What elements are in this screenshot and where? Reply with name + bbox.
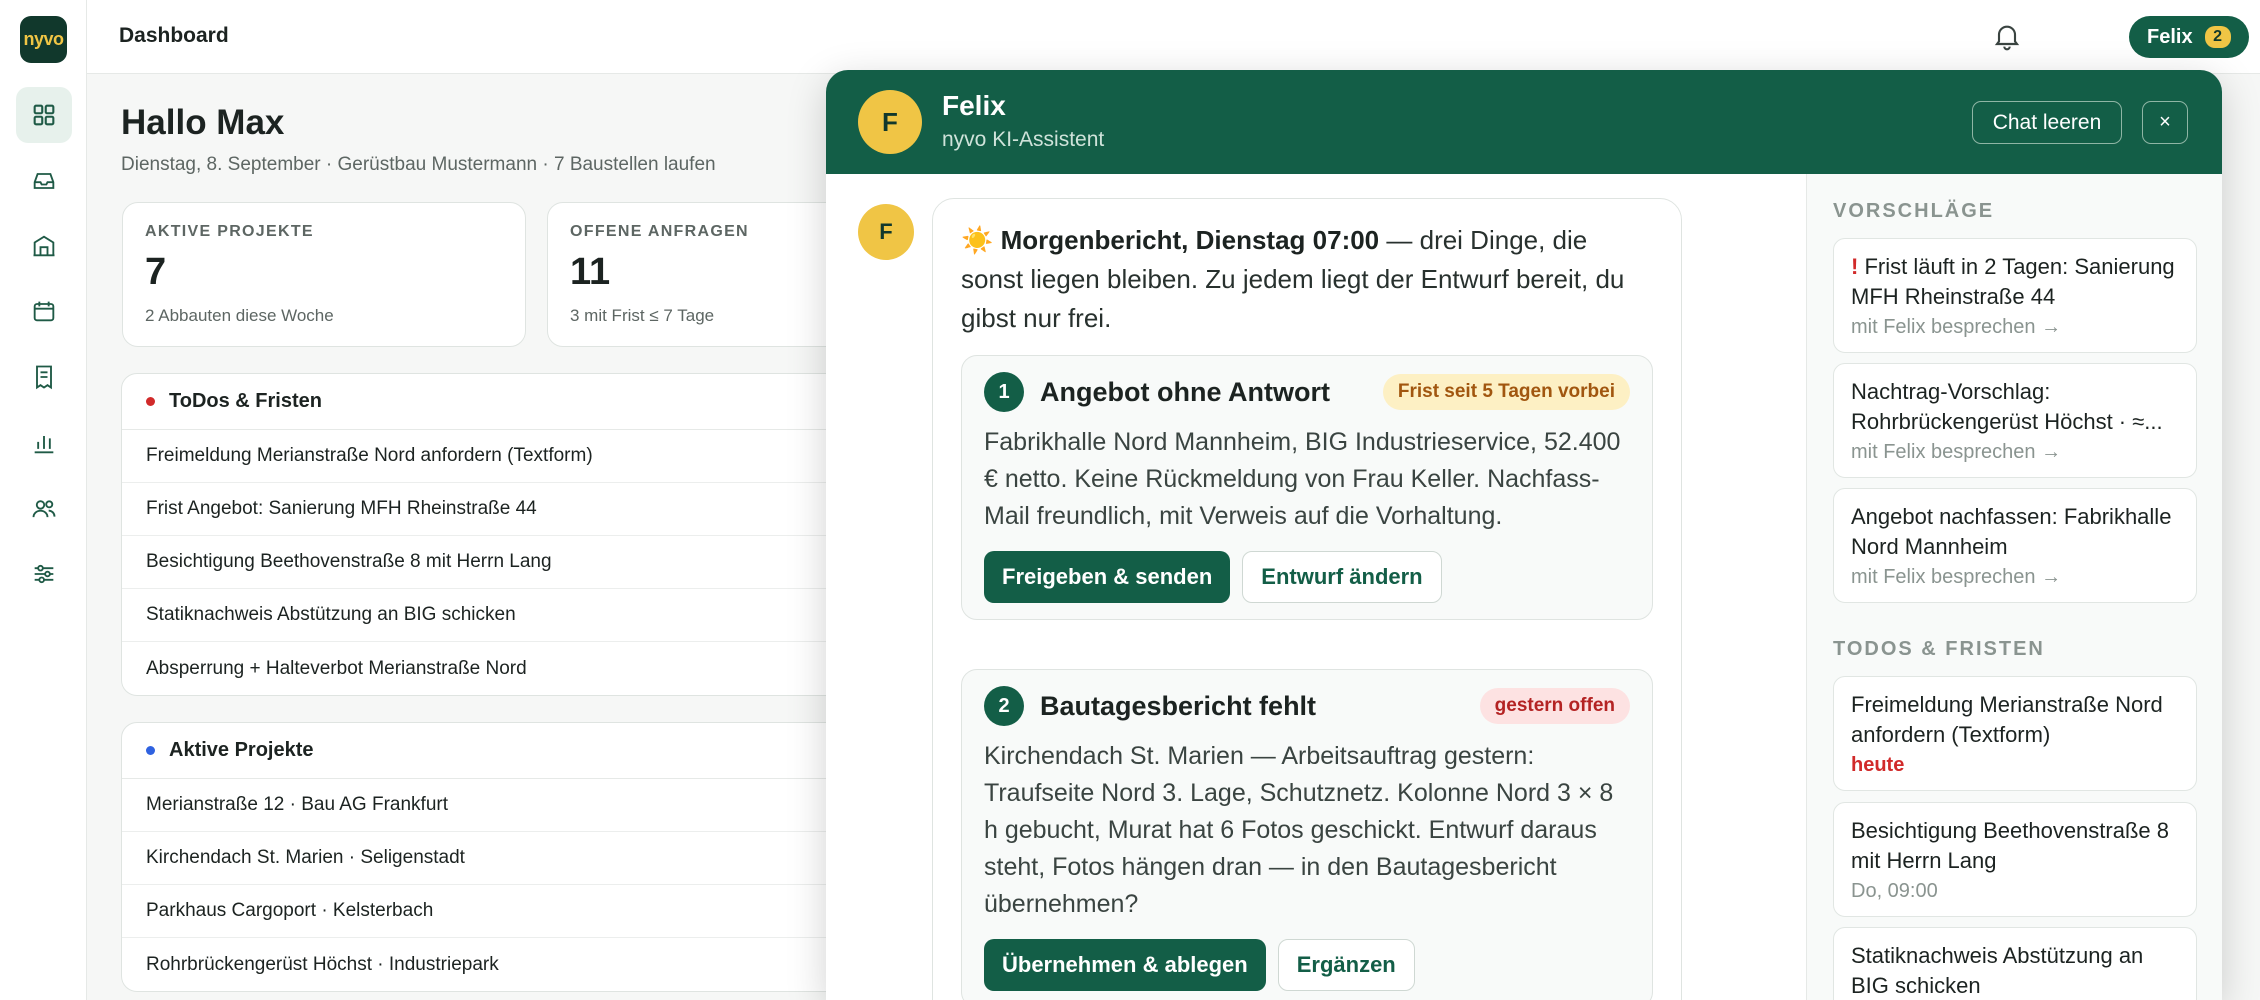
stat-label: AKTIVE PROJEKTE [145,223,314,240]
task-card-1: 1 Angebot ohne Antwort Frist seit 5 Tage… [961,355,1653,620]
suggestion-text: Angebot nachfassen: Fabrikhalle Nord Man… [1851,504,2172,559]
red-dot-icon [146,397,155,406]
task-number: 2 [984,686,1024,726]
suggestion-card[interactable]: ! Frist läuft in 2 Tagen: Sanierung MFH … [1833,238,2197,353]
list-item[interactable]: Besichtigung Beethovenstraße 8 mit Herrn… [122,536,860,589]
calendar-icon [33,301,55,322]
nav-documents[interactable] [16,349,72,405]
greeting: Hallo Max [121,103,285,142]
suggestion-text: Frist läuft in 2 Tagen: Sanierung MFH Rh… [1851,254,2175,309]
message-headline: Morgenbericht, Dienstag 07:00 [1000,225,1380,255]
todo-title: Freimeldung Merianstraße Nord anfordern … [1851,692,2163,747]
list-item[interactable]: Merianstraße 12 · Bau AG Frankfurt [122,779,860,832]
todos-card-title: ToDos & Fristen [169,390,322,412]
task-body: Fabrikhalle Nord Mannheim, BIG Industrie… [984,428,1621,530]
nav-dashboard[interactable] [16,87,72,143]
stat-value: 7 [145,251,167,293]
list-item[interactable]: Absperrung + Halteverbot Merianstraße No… [122,642,860,695]
topbar: Dashboard Felix 2 MM [87,0,2260,74]
task-body: Kirchendach St. Marien — Arbeitsauftrag … [984,742,1614,918]
todo-card[interactable]: Besichtigung Beethovenstraße 8 mit Herrn… [1833,802,2197,917]
felix-count-badge: 2 [2204,26,2231,48]
list-item[interactable]: Parkhaus Cargoport · Kelsterbach [122,885,860,938]
todos-card: ToDos & Fristen Freimeldung Merianstraße… [121,373,861,696]
todo-card[interactable]: Statiknachweis Abstützung an BIG schicke… [1833,927,2197,1000]
nav-team[interactable] [16,481,72,537]
suggestion-card[interactable]: Nachtrag-Vorschlag: Rohrbrückengerüst Hö… [1833,363,2197,478]
page-title: Dashboard [119,24,229,47]
users-icon [32,500,56,518]
assistant-name: Felix [942,90,1006,121]
todo-title: Statiknachweis Abstützung an BIG schicke… [1851,943,2144,998]
task-title: Bautagesbericht fehlt [1040,690,1317,721]
sidebar: nyvo [0,0,87,1000]
suggestion-card[interactable]: Angebot nachfassen: Fabrikhalle Nord Man… [1833,488,2197,603]
felix-assistant-button[interactable]: Felix 2 [2129,16,2249,58]
stat-card-projects[interactable]: AKTIVE PROJEKTE 7 2 Abbauten diese Woche [122,202,526,347]
assistant-avatar: F [858,90,922,154]
chart-icon [34,436,54,454]
message-intro: ☀️ Morgenbericht, Dienstag 07:00 — drei … [961,221,1653,338]
suggestion-title: Nachtrag-Vorschlag: Rohrbrückengerüst Hö… [1851,377,2179,437]
stat-note: 2 Abbauten diese Woche [145,306,334,325]
building-icon [33,235,55,257]
nav-settings[interactable] [16,546,72,602]
todos-card-header: ToDos & Fristen [122,374,860,430]
chat-header: F Felix nyvo KI-Assistent Chat leeren × [826,70,2222,174]
inbox-icon [33,173,55,189]
nav-calendar[interactable] [16,283,72,339]
list-item[interactable]: Freimeldung Merianstraße Nord anfordern … [122,430,860,483]
list-item[interactable]: Rohrbrückengerüst Höchst · Industriepark [122,938,860,991]
sliders-icon [34,564,54,584]
task-title: Angebot ohne Antwort [1040,376,1330,407]
suggestions-sidebar: VORSCHLÄGE ! Frist läuft in 2 Tagen: San… [1806,174,2222,1000]
nav-reports[interactable] [16,415,72,471]
felix-chat-panel: F Felix nyvo KI-Assistent Chat leeren × … [826,70,2222,1000]
clear-chat-button[interactable]: Chat leeren [1972,101,2122,144]
task-number: 1 [984,372,1024,412]
nav-buildings[interactable] [16,218,72,274]
suggestions-heading: VORSCHLÄGE [1833,200,1995,222]
projects-card-title: Aktive Projekte [169,739,314,761]
greeting-subline: Dienstag, 8. September · Gerüstbau Muste… [121,154,716,175]
list-item[interactable]: Frist Angebot: Sanierung MFH Rheinstraße… [122,483,860,536]
apply-file-button[interactable]: Übernehmen & ablegen [984,939,1266,991]
bell-icon[interactable] [1991,20,2023,52]
approve-send-button[interactable]: Freigeben & senden [984,551,1231,603]
message-avatar: F [858,204,914,260]
todos-heading: TODOS & FRISTEN [1833,638,2045,660]
todo-title: Besichtigung Beethovenstraße 8 mit Herrn… [1851,818,2169,873]
assistant-message: ☀️ Morgenbericht, Dienstag 07:00 — drei … [932,198,1682,1000]
suggestion-link[interactable]: mit Felix besprechen → [1851,566,2179,589]
status-badge: gestern offen [1479,688,1630,724]
suggestion-link[interactable]: mit Felix besprechen → [1851,316,2179,339]
list-item[interactable]: Kirchendach St. Marien · Seligenstadt [122,832,860,885]
app-logo[interactable]: nyvo [20,16,67,63]
close-chat-button[interactable]: × [2142,101,2188,144]
nav-inbox[interactable] [16,153,72,209]
todo-due: heute [1851,754,1905,776]
suggestion-title: Angebot nachfassen: Fabrikhalle Nord Man… [1851,502,2179,562]
projects-card: Aktive Projekte Merianstraße 12 · Bau AG… [121,722,861,992]
supplement-button[interactable]: Ergänzen [1277,939,1415,991]
todo-due: Do, 09:00 [1851,880,1938,902]
suggestion-link[interactable]: mit Felix besprechen → [1851,441,2179,464]
grid-icon [33,104,55,126]
document-icon [36,365,52,390]
task-card-2: 2 Bautagesbericht fehlt gestern offen Ki… [961,669,1653,1000]
edit-draft-button[interactable]: Entwurf ändern [1242,551,1442,603]
sun-emoji-icon: ☀️ [961,225,994,255]
assistant-role: nyvo KI-Assistent [942,128,1105,151]
list-item[interactable]: Statiknachweis Abstützung an BIG schicke… [122,589,860,642]
status-badge: Frist seit 5 Tagen vorbei [1382,374,1630,410]
projects-card-header: Aktive Projekte [122,723,860,779]
suggestion-title: ! Frist läuft in 2 Tagen: Sanierung MFH … [1851,252,2179,312]
blue-dot-icon [146,746,155,755]
felix-pill-label: Felix [2147,25,2193,48]
suggestion-text: Nachtrag-Vorschlag: Rohrbrückengerüst Hö… [1851,379,2163,434]
todo-card[interactable]: Freimeldung Merianstraße Nord anfordern … [1833,676,2197,791]
